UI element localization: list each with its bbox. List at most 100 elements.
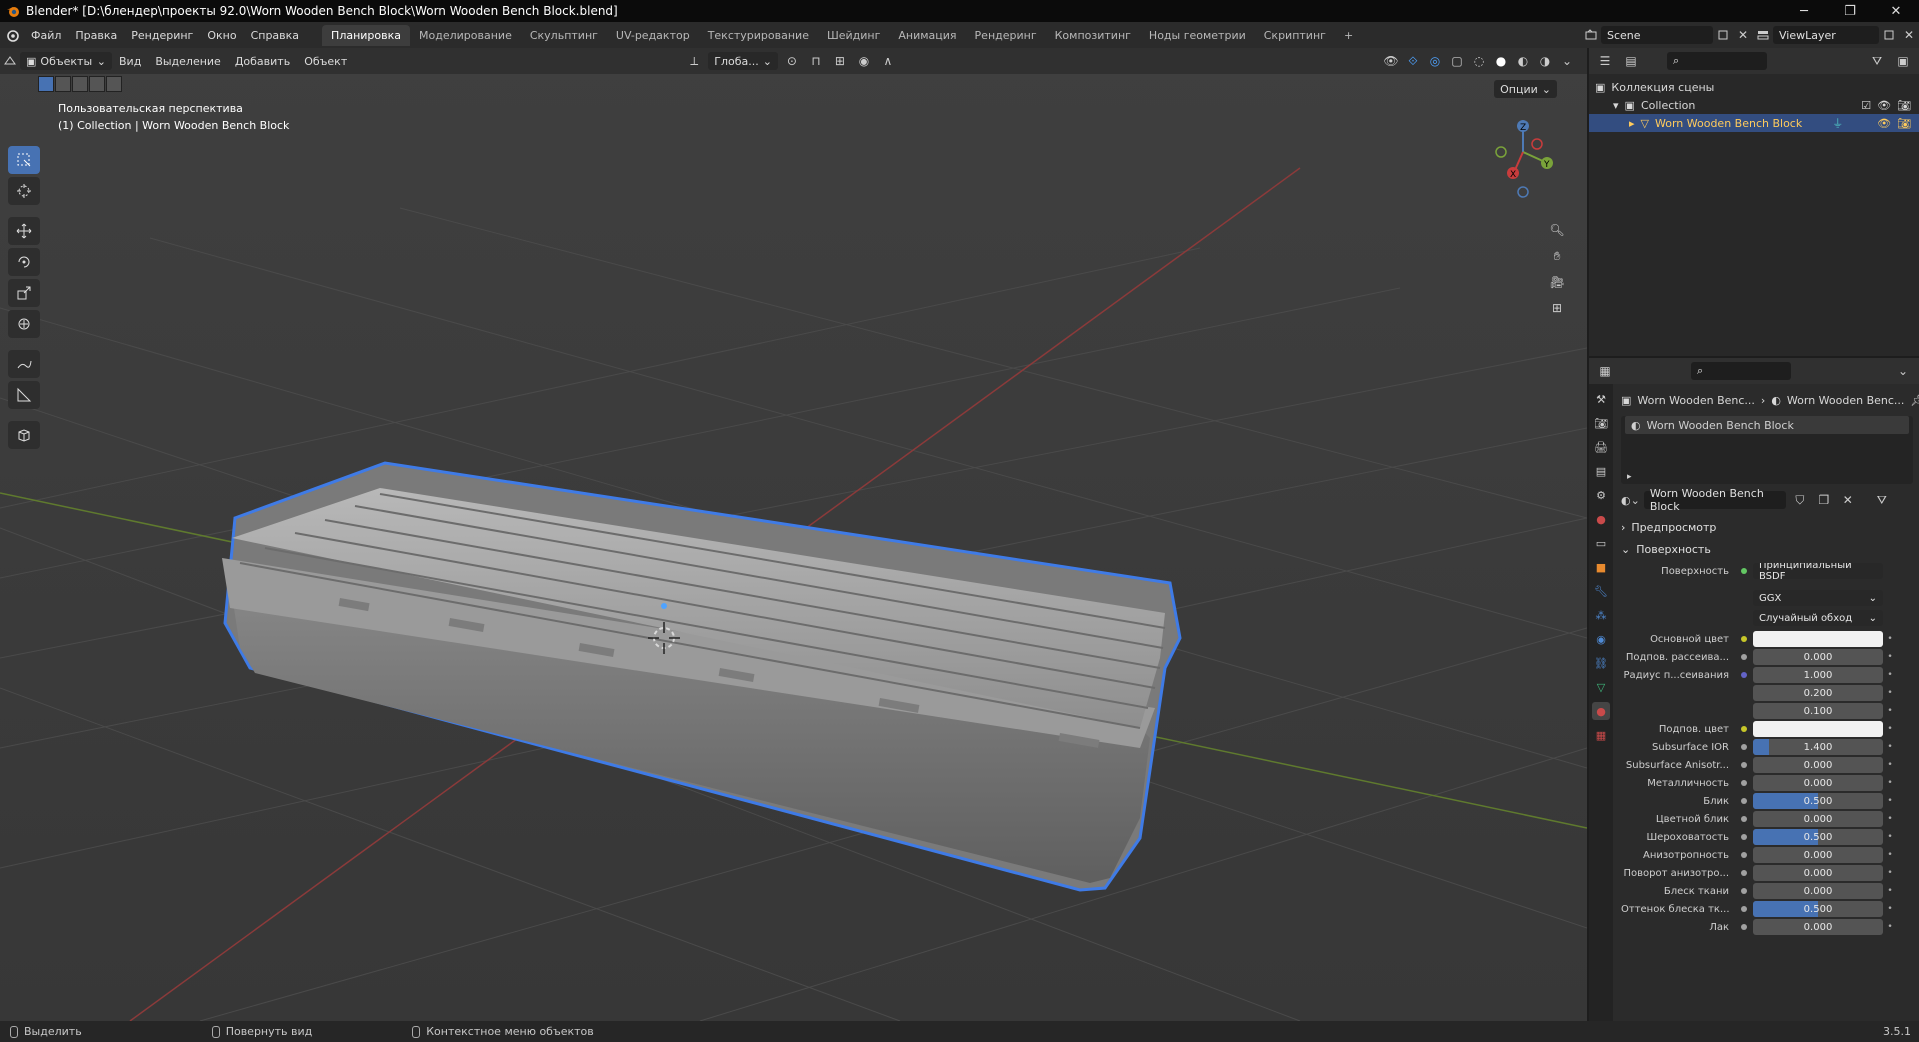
camera-render-icon[interactable]: 📷︎	[1897, 99, 1911, 112]
3d-viewport[interactable]: ▣ Объекты ⌄ Вид Выделение Добавить Объек…	[0, 48, 1587, 1021]
workspace-tab-scripting[interactable]: Скриптинг	[1255, 25, 1335, 46]
delete-view-layer-icon[interactable]: ✕	[1899, 25, 1919, 45]
select-new-icon[interactable]	[38, 76, 54, 92]
numeric-slider-field[interactable]: 0.000	[1753, 883, 1883, 899]
view-layer-tab-icon[interactable]: ▤	[1592, 462, 1610, 480]
input-socket-icon[interactable]	[1741, 744, 1747, 750]
fake-user-shield-icon[interactable]: ⛉	[1790, 490, 1810, 510]
workspace-tab-texture-paint[interactable]: Текстурирование	[699, 25, 818, 46]
keyframe-dot-icon[interactable]: •	[1883, 670, 1897, 680]
numeric-slider-field[interactable]: 1.400	[1753, 739, 1883, 755]
transform-tool[interactable]	[8, 310, 40, 338]
distribution-dropdown[interactable]: GGX ⌄	[1753, 590, 1883, 606]
snap-icon[interactable]: ⊓	[806, 51, 826, 71]
scene-selector-icon[interactable]	[1581, 25, 1601, 45]
camera-view-icon[interactable]: 🎥︎	[1547, 272, 1567, 292]
keyframe-dot-icon[interactable]: •	[1883, 742, 1897, 752]
eye-icon[interactable]: 👁	[1877, 99, 1891, 112]
expand-arrow-icon[interactable]: ▸	[1627, 472, 1632, 482]
exclude-checkbox-icon[interactable]: ☑	[1861, 99, 1871, 112]
visibility-icon[interactable]: 👁	[1381, 51, 1401, 71]
keyframe-dot-icon[interactable]: •	[1883, 634, 1897, 644]
material-name-field[interactable]: Worn Wooden Bench Block	[1643, 487, 1786, 513]
minimize-button[interactable]: ─	[1781, 0, 1827, 22]
new-collection-icon[interactable]: ▣	[1893, 51, 1913, 71]
transform-orientation-icon[interactable]: ⟂	[684, 51, 704, 71]
outliner-object-row[interactable]: ▸ ▽ Worn Wooden Bench Block ⏚ 👁 📷︎	[1589, 114, 1919, 132]
preview-panel-header[interactable]: › Предпросмотр	[1621, 516, 1913, 538]
zoom-icon[interactable]: 🔍︎	[1547, 220, 1567, 240]
scene-name-field[interactable]: Scene	[1601, 26, 1713, 44]
input-socket-icon[interactable]	[1741, 762, 1747, 768]
menu-window[interactable]: Окно	[200, 29, 243, 42]
surface-shader-field[interactable]: Принципиальный BSDF	[1753, 563, 1883, 579]
annotate-tool[interactable]	[8, 350, 40, 378]
select-intersect-icon[interactable]	[106, 76, 122, 92]
keyframe-dot-icon[interactable]: •	[1883, 904, 1897, 914]
world-tab-icon[interactable]: ●	[1592, 510, 1610, 528]
blender-menu-icon[interactable]	[0, 22, 24, 48]
color-swatch-field[interactable]	[1753, 721, 1883, 737]
select-invert-icon[interactable]	[89, 76, 105, 92]
render-tab-icon[interactable]: 📷︎	[1592, 414, 1610, 432]
workspace-tab-shading[interactable]: Шейдинг	[818, 25, 889, 46]
close-button[interactable]: ✕	[1873, 0, 1919, 22]
select-extend-icon[interactable]	[55, 76, 71, 92]
snap-target-icon[interactable]: ⊞	[830, 51, 850, 71]
numeric-slider-field[interactable]: 0.000	[1753, 847, 1883, 863]
scale-tool[interactable]	[8, 279, 40, 307]
numeric-slider-field[interactable]: 0.500	[1753, 901, 1883, 917]
maximize-button[interactable]: ❐	[1827, 0, 1873, 22]
view-layer-field[interactable]: ViewLayer	[1773, 26, 1879, 44]
node-tree-icon[interactable]: ⛛	[1872, 490, 1892, 510]
constraints-tab-icon[interactable]: ⛓	[1592, 654, 1610, 672]
rotate-tool[interactable]	[8, 248, 40, 276]
expand-arrow-icon[interactable]: ▾	[1613, 99, 1619, 112]
menu-edit[interactable]: Правка	[68, 29, 124, 42]
viewport-menu-select[interactable]: Выделение	[148, 55, 228, 68]
workspace-tab-modeling[interactable]: Моделирование	[410, 25, 521, 46]
numeric-slider-field[interactable]: 0.500	[1753, 829, 1883, 845]
physics-tab-icon[interactable]: ◉	[1592, 630, 1610, 648]
numeric-slider-field[interactable]: 0.200	[1753, 685, 1883, 701]
input-socket-icon[interactable]	[1741, 780, 1747, 786]
interaction-mode-dropdown[interactable]: ▣ Объекты ⌄	[20, 52, 112, 70]
shading-material-icon[interactable]: ◐	[1513, 51, 1533, 71]
input-socket-icon[interactable]	[1741, 870, 1747, 876]
workspace-tab-geometry-nodes[interactable]: Ноды геометрии	[1140, 25, 1255, 46]
select-box-tool[interactable]	[8, 146, 40, 174]
input-socket-icon[interactable]	[1741, 672, 1747, 678]
perspective-toggle-icon[interactable]: ⊞	[1547, 298, 1567, 318]
gizmo-toggle-icon[interactable]: ⟐	[1403, 51, 1423, 71]
output-tab-icon[interactable]: 🖨︎	[1592, 438, 1610, 456]
add-cube-tool[interactable]	[8, 421, 40, 449]
object-tab-icon[interactable]: ■	[1592, 558, 1610, 576]
viewport-menu-add[interactable]: Добавить	[228, 55, 297, 68]
outliner-search-input[interactable]: ⌕	[1667, 52, 1767, 70]
outliner-collection[interactable]: ▾ ▣ Collection ☑ 👁 📷︎	[1589, 96, 1919, 114]
viewport-scene[interactable]	[0, 48, 1587, 1021]
input-socket-icon[interactable]	[1741, 924, 1747, 930]
display-mode-icon[interactable]: ▤	[1621, 51, 1641, 71]
color-swatch-field[interactable]	[1753, 631, 1883, 647]
shading-wireframe-icon[interactable]: ◌	[1469, 51, 1489, 71]
mesh-data-icon[interactable]: ⏚	[1832, 115, 1843, 131]
overlays-toggle-icon[interactable]: ◎	[1425, 51, 1445, 71]
axis-gizmo[interactable]: Z Y X	[1477, 100, 1567, 210]
pivot-point-icon[interactable]: ⊙	[782, 51, 802, 71]
new-scene-icon[interactable]	[1713, 25, 1733, 45]
collection-tab-icon[interactable]: ▭	[1592, 534, 1610, 552]
numeric-slider-field[interactable]: 0.000	[1753, 919, 1883, 935]
input-socket-icon[interactable]	[1741, 906, 1747, 912]
input-socket-icon[interactable]	[1741, 834, 1747, 840]
keyframe-dot-icon[interactable]: •	[1883, 832, 1897, 842]
menu-file[interactable]: Файл	[24, 29, 68, 42]
input-socket-icon[interactable]	[1741, 636, 1747, 642]
outliner-scene-collection[interactable]: ▣ Коллекция сцены	[1589, 78, 1919, 96]
keyframe-dot-icon[interactable]: •	[1883, 778, 1897, 788]
numeric-slider-field[interactable]: 1.000	[1753, 667, 1883, 683]
surface-panel-header[interactable]: ⌄ Поверхность	[1621, 538, 1913, 560]
numeric-slider-field[interactable]: 0.100	[1753, 703, 1883, 719]
measure-tool[interactable]	[8, 381, 40, 409]
keyframe-dot-icon[interactable]: •	[1883, 652, 1897, 662]
